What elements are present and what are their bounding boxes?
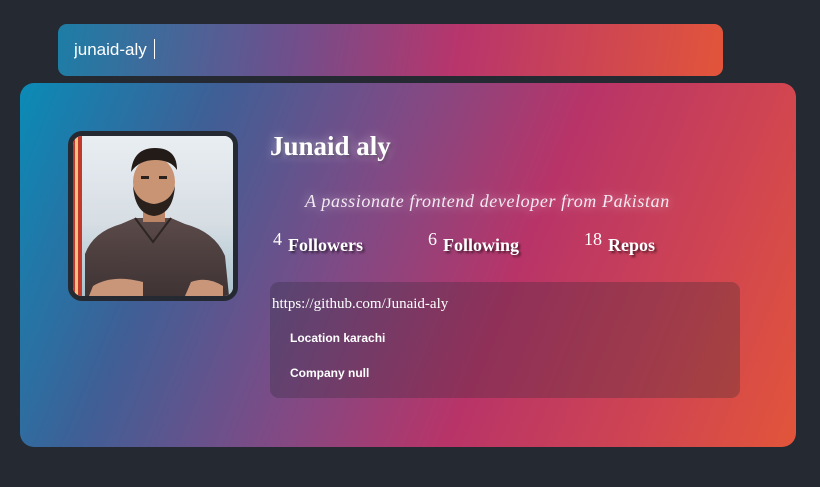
- user-bio: A passionate frontend developer from Pak…: [305, 191, 670, 211]
- stat-repos: 18 Repos: [584, 229, 656, 256]
- profile-link[interactable]: https://github.com/Junaid-aly: [272, 296, 448, 313]
- profile-photo-icon: [73, 136, 233, 296]
- repos-label: Repos: [608, 235, 656, 255]
- following-label: Following: [443, 235, 520, 255]
- repos-count: 18: [584, 229, 602, 249]
- stat-following: 6 Following: [428, 229, 520, 256]
- following-count: 6: [428, 229, 437, 249]
- stat-followers: 4 Followers: [273, 229, 363, 256]
- company-text: Company null: [290, 366, 370, 380]
- location-text: Location karachi: [290, 331, 386, 345]
- followers-label: Followers: [288, 235, 363, 255]
- profile-card: Junaid aly A passionate frontend develop…: [20, 83, 796, 447]
- details-box: https://github.com/Junaid-aly Location k…: [270, 282, 740, 398]
- followers-count: 4: [273, 229, 282, 249]
- search-input[interactable]: [58, 24, 723, 76]
- avatar: [68, 131, 238, 301]
- user-name: Junaid aly: [270, 131, 391, 161]
- text-caret: [154, 39, 155, 59]
- search-bar[interactable]: [58, 24, 723, 76]
